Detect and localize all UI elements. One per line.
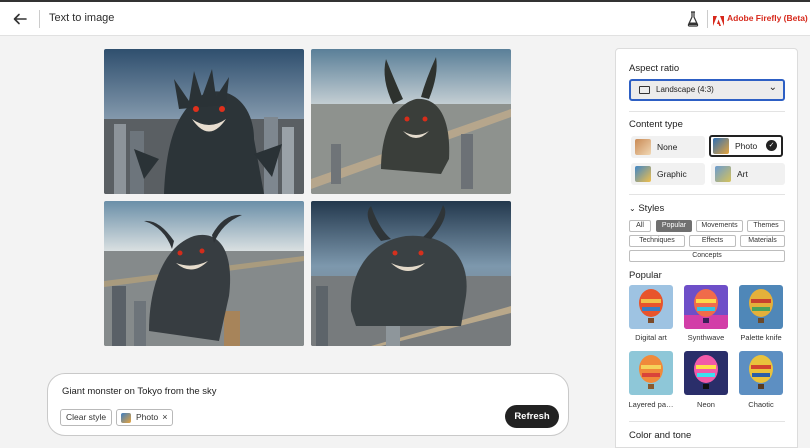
content-type-art[interactable]: Art [711, 163, 785, 185]
photo-thumb-icon [713, 138, 729, 154]
prompt-input[interactable]: Giant monster on Tokyo from the sky [62, 386, 217, 397]
color-and-tone-heading[interactable]: Color and tone [629, 430, 691, 441]
style-tile-label: Chaotic [748, 400, 774, 409]
header-divider [39, 10, 40, 28]
divider [629, 111, 785, 112]
photo-style-chip[interactable]: Photo × [116, 409, 174, 426]
style-tab-movements[interactable]: Movements [696, 220, 743, 232]
graphic-thumb-icon [635, 166, 651, 182]
generated-image-3[interactable] [104, 201, 304, 346]
generated-image-1[interactable] [104, 49, 304, 194]
adobe-logo-icon [713, 13, 724, 26]
style-tab-popular[interactable]: Popular [656, 220, 692, 232]
none-thumb-icon [635, 139, 651, 155]
content-type-photo[interactable]: Photo ✓ [709, 135, 783, 157]
remove-chip-icon[interactable]: × [162, 412, 167, 422]
settings-panel: Aspect ratio Landscape (4:3) ⌄ Content t… [615, 48, 798, 448]
brand-name[interactable]: Adobe Firefly (Beta) [727, 13, 808, 23]
style-tab-all[interactable]: All [629, 220, 651, 232]
style-tab-techniques[interactable]: Techniques [629, 235, 685, 247]
checkmark-icon: ✓ [766, 140, 777, 151]
divider [629, 421, 785, 422]
style-tile-layered-paper[interactable] [629, 351, 673, 395]
art-thumb-icon [715, 166, 731, 182]
content-type-graphic[interactable]: Graphic [631, 163, 705, 185]
refresh-button[interactable]: Refresh [505, 405, 559, 428]
content-type-heading: Content type [629, 119, 683, 130]
photo-chip-label: Photo [136, 412, 159, 422]
top-bar: Text to image Adobe Firefly (Beta) [0, 0, 810, 36]
content-type-none[interactable]: None [631, 136, 705, 158]
style-tab-effects[interactable]: Effects [689, 235, 736, 247]
aspect-ratio-select[interactable]: Landscape (4:3) ⌄ [629, 79, 785, 101]
style-tab-concepts[interactable]: Concepts [629, 250, 785, 262]
style-tile-neon[interactable] [684, 351, 728, 395]
style-tile-label: Layered pa… [628, 400, 674, 409]
style-tile-label: Neon [697, 400, 715, 409]
chevron-down-icon: ⌄ [768, 82, 777, 93]
beta-flask-icon[interactable] [687, 11, 699, 27]
header-divider-right [707, 10, 708, 28]
content-type-label: Photo [735, 141, 758, 151]
content-type-label: None [657, 142, 678, 152]
chevron-down-icon: ⌄ [629, 204, 636, 213]
content-type-label: Art [737, 169, 748, 179]
aspect-ratio-value: Landscape (4:3) [656, 85, 714, 94]
style-tile-label: Synthwave [687, 333, 725, 342]
photo-thumb-icon [121, 413, 131, 423]
clear-style-button[interactable]: Clear style [60, 409, 113, 426]
popular-heading: Popular [629, 270, 662, 281]
divider [629, 194, 785, 195]
page-title: Text to image [49, 12, 115, 24]
back-arrow-icon[interactable] [12, 11, 30, 27]
generated-image-4[interactable] [311, 201, 511, 346]
style-tile-label: Digital art [635, 333, 667, 342]
styles-heading: Styles [638, 203, 665, 214]
style-tab-materials[interactable]: Materials [740, 235, 785, 247]
content-type-label: Graphic [657, 169, 687, 179]
style-tab-themes[interactable]: Themes [747, 220, 785, 232]
style-tile-palette-knife[interactable] [739, 285, 783, 329]
style-tile-digital-art[interactable] [629, 285, 673, 329]
aspect-ratio-heading: Aspect ratio [629, 63, 680, 74]
generated-image-2[interactable] [311, 49, 511, 194]
style-tile-label: Palette knife [740, 333, 782, 342]
styles-toggle[interactable]: ⌄ Styles [629, 203, 664, 214]
style-tile-chaotic[interactable] [739, 351, 783, 395]
prompt-box[interactable]: Giant monster on Tokyo from the sky Clea… [47, 373, 569, 436]
style-tile-synthwave[interactable] [684, 285, 728, 329]
landscape-icon [639, 86, 650, 94]
